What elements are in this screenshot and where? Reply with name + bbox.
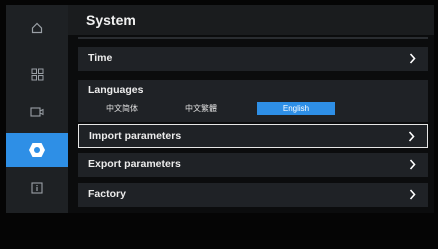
menu-item-import-parameters[interactable]: Import parameters <box>78 124 428 148</box>
chevron-right-icon <box>409 189 416 200</box>
sidebar-item-home[interactable] <box>6 11 68 45</box>
language-option-simplified-chinese[interactable]: 中文简体 <box>94 102 150 115</box>
sidebar-item-grid[interactable] <box>6 57 68 91</box>
sidebar-item-info[interactable] <box>6 171 68 205</box>
language-option-traditional-chinese[interactable]: 中文繁體 <box>173 102 229 115</box>
menu-item-label: Export parameters <box>88 158 181 170</box>
camera-icon <box>30 107 44 117</box>
divider <box>78 37 428 39</box>
home-icon <box>31 22 43 34</box>
header: System <box>68 5 434 35</box>
menu-item-time[interactable]: Time <box>78 47 428 71</box>
menu-item-export-parameters[interactable]: Export parameters <box>78 153 428 177</box>
grid-icon <box>31 68 43 80</box>
languages-section: Languages 中文简体 中文繁體 English <box>78 80 428 122</box>
sidebar <box>6 5 68 213</box>
languages-title: Languages <box>88 84 144 96</box>
chevron-right-icon <box>408 131 415 142</box>
menu-item-factory[interactable]: Factory <box>78 183 428 207</box>
chevron-right-icon <box>409 53 416 64</box>
sidebar-item-settings[interactable] <box>6 133 68 167</box>
menu-item-label: Factory <box>88 188 126 200</box>
language-option-english[interactable]: English <box>257 102 335 115</box>
info-icon <box>31 182 43 194</box>
screen: System Time Languages 中文简体 中文繁體 English … <box>6 5 434 213</box>
settings-hex-icon <box>29 143 45 157</box>
menu-item-label: Import parameters <box>89 130 182 142</box>
page-title: System <box>86 12 136 28</box>
sidebar-item-camera[interactable] <box>6 95 68 129</box>
chevron-right-icon <box>409 159 416 170</box>
menu-item-label: Time <box>88 52 113 64</box>
